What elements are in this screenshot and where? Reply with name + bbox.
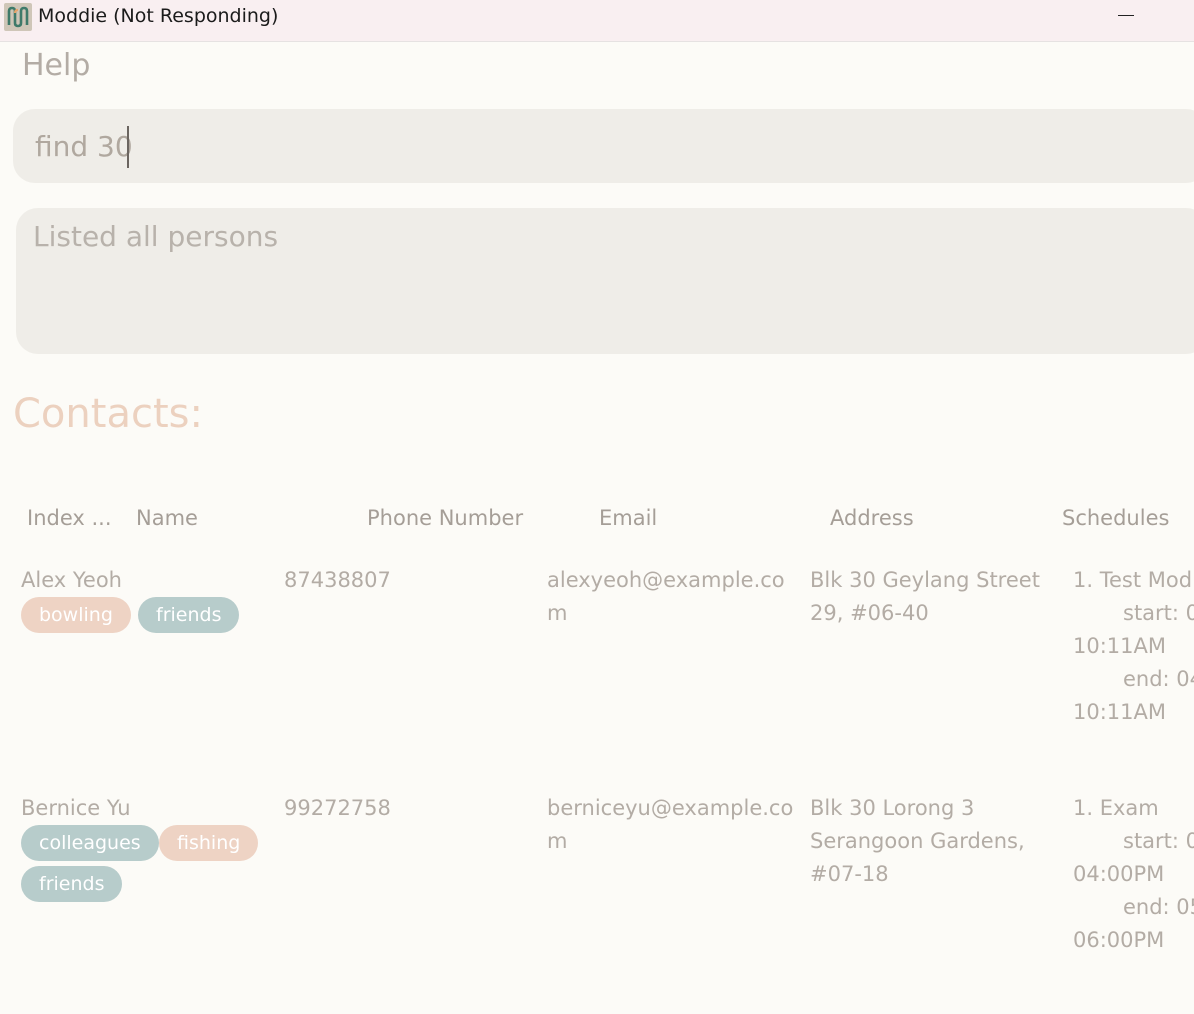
schedule-line: 1. Test Mod (1073, 568, 1193, 592)
tag-label: colleagues (21, 825, 159, 861)
address-line: Blk 30 Geylang Street (810, 568, 1040, 592)
contact-name: Bernice Yu (21, 796, 131, 820)
column-header-index[interactable]: Index ... (27, 506, 112, 530)
email-line: berniceyu@example.co (547, 796, 794, 820)
contact-address: Blk 30 Lorong 3 Serangoon Gardens, #07-1… (810, 792, 1025, 891)
schedule-line: 10:11AM (1073, 634, 1167, 658)
tag-label: friends (21, 866, 123, 902)
contact-name: Alex Yeoh (21, 568, 122, 592)
tag-label: fishing (159, 825, 259, 861)
command-box (13, 109, 1194, 183)
schedule-line: 06:00PM (1073, 928, 1165, 952)
address-line: #07-18 (810, 862, 889, 886)
window-title: Moddie (Not Responding) (38, 5, 279, 27)
schedule-line: start: 04 (1123, 601, 1194, 625)
address-line: Blk 30 Lorong 3 (810, 796, 975, 820)
column-header-schedules[interactable]: Schedules (1062, 506, 1169, 530)
column-header-address[interactable]: Address (830, 506, 914, 530)
schedule-line: start: 05 (1123, 829, 1194, 853)
contact-phone: 87438807 (284, 568, 391, 592)
email-line: m (547, 601, 568, 625)
schedule-line: 04:00PM (1073, 862, 1165, 886)
schedule-line: 1. Exam (1073, 796, 1159, 820)
tag-label: friends (138, 597, 240, 633)
result-message: Listed all persons (33, 220, 279, 253)
contact-schedules: 1. Test Mod start: 04 10:11AM end: 04 10… (1073, 564, 1194, 729)
moddie-logo-icon (4, 3, 32, 31)
contacts-title: Contacts: (13, 391, 203, 437)
email-line: m (547, 829, 568, 853)
schedule-line: 10:11AM (1073, 700, 1167, 724)
column-header-name[interactable]: Name (136, 506, 198, 530)
result-display[interactable]: Listed all persons (16, 208, 1194, 354)
help-menu[interactable]: Help (22, 48, 90, 83)
column-header-email[interactable]: Email (599, 506, 657, 530)
contact-phone: 99272758 (284, 796, 391, 820)
contact-email: berniceyu@example.co m (547, 792, 793, 858)
contact-email: alexyeoh@example.co m (547, 564, 785, 630)
schedule-line: end: 04 (1123, 667, 1194, 691)
command-input[interactable] (35, 123, 1135, 169)
column-header-phone[interactable]: Phone Number (367, 506, 523, 530)
contact-address: Blk 30 Geylang Street 29, #06-40 (810, 564, 1040, 630)
address-line: 29, #06-40 (810, 601, 929, 625)
tag-label: bowling (21, 597, 131, 633)
title-bar: Moddie (Not Responding) (0, 0, 1194, 42)
address-line: Serangoon Gardens, (810, 829, 1025, 853)
schedule-line: end: 05 (1123, 895, 1194, 919)
text-caret (127, 126, 129, 168)
minimize-icon[interactable] (1116, 4, 1138, 28)
email-line: alexyeoh@example.co (547, 568, 785, 592)
contact-schedules: 1. Exam start: 05 04:00PM end: 05 06:00P… (1073, 792, 1194, 957)
